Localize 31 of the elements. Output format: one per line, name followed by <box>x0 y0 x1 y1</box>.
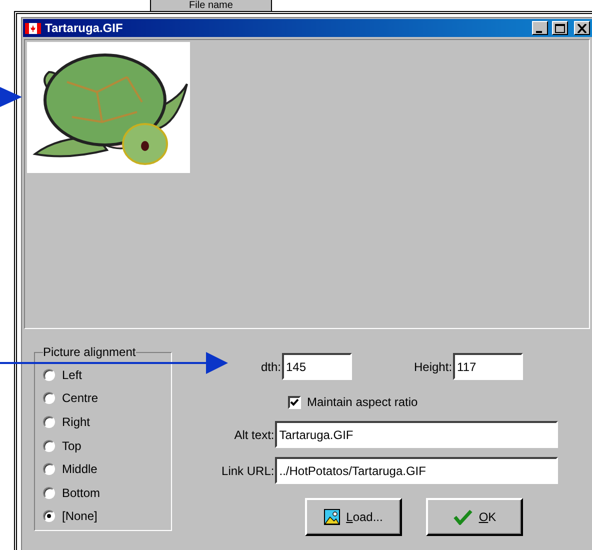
maximize-icon <box>555 24 565 32</box>
alignment-option[interactable]: [None] <box>43 504 171 528</box>
close-icon <box>577 24 587 32</box>
minimize-icon <box>536 30 542 32</box>
alignment-option[interactable]: Right <box>43 410 171 434</box>
flag-icon <box>25 22 41 34</box>
link-url-label: Link URL: <box>220 464 274 478</box>
alignment-option[interactable]: Bottom <box>43 480 171 505</box>
picture-icon <box>324 509 340 525</box>
height-label: Height: <box>414 360 452 374</box>
height-field[interactable]: 117 <box>453 353 524 380</box>
check-mark-icon <box>290 398 299 406</box>
ok-button[interactable]: OK <box>426 498 523 536</box>
minimize-button[interactable] <box>532 21 548 35</box>
window-title: Tartaruga.GIF <box>45 21 123 35</box>
alignment-option[interactable]: Centre <box>43 386 171 410</box>
group-title: Picture alignment <box>43 345 136 359</box>
close-button[interactable] <box>574 21 590 35</box>
maximize-button[interactable] <box>552 21 568 35</box>
alt-text-label: Alt text: <box>233 428 274 442</box>
alt-text-field[interactable]: Tartaruga.GIF <box>275 421 558 448</box>
link-url-field[interactable]: ../HotPotatos/Tartaruga.GIF <box>275 457 558 484</box>
load-button[interactable]: Load... <box>305 498 402 536</box>
width-field[interactable]: 145 <box>282 353 352 380</box>
alignment-option[interactable]: Middle <box>43 457 171 481</box>
checkmark-icon <box>452 509 473 525</box>
alignment-option[interactable]: Left <box>43 363 171 387</box>
alignment-option[interactable]: Top <box>43 434 171 458</box>
pointer-arrow <box>0 87 22 107</box>
maintain-aspect-checkbox[interactable]: Maintain aspect ratio <box>288 392 558 412</box>
width-label: dth: <box>260 360 281 374</box>
